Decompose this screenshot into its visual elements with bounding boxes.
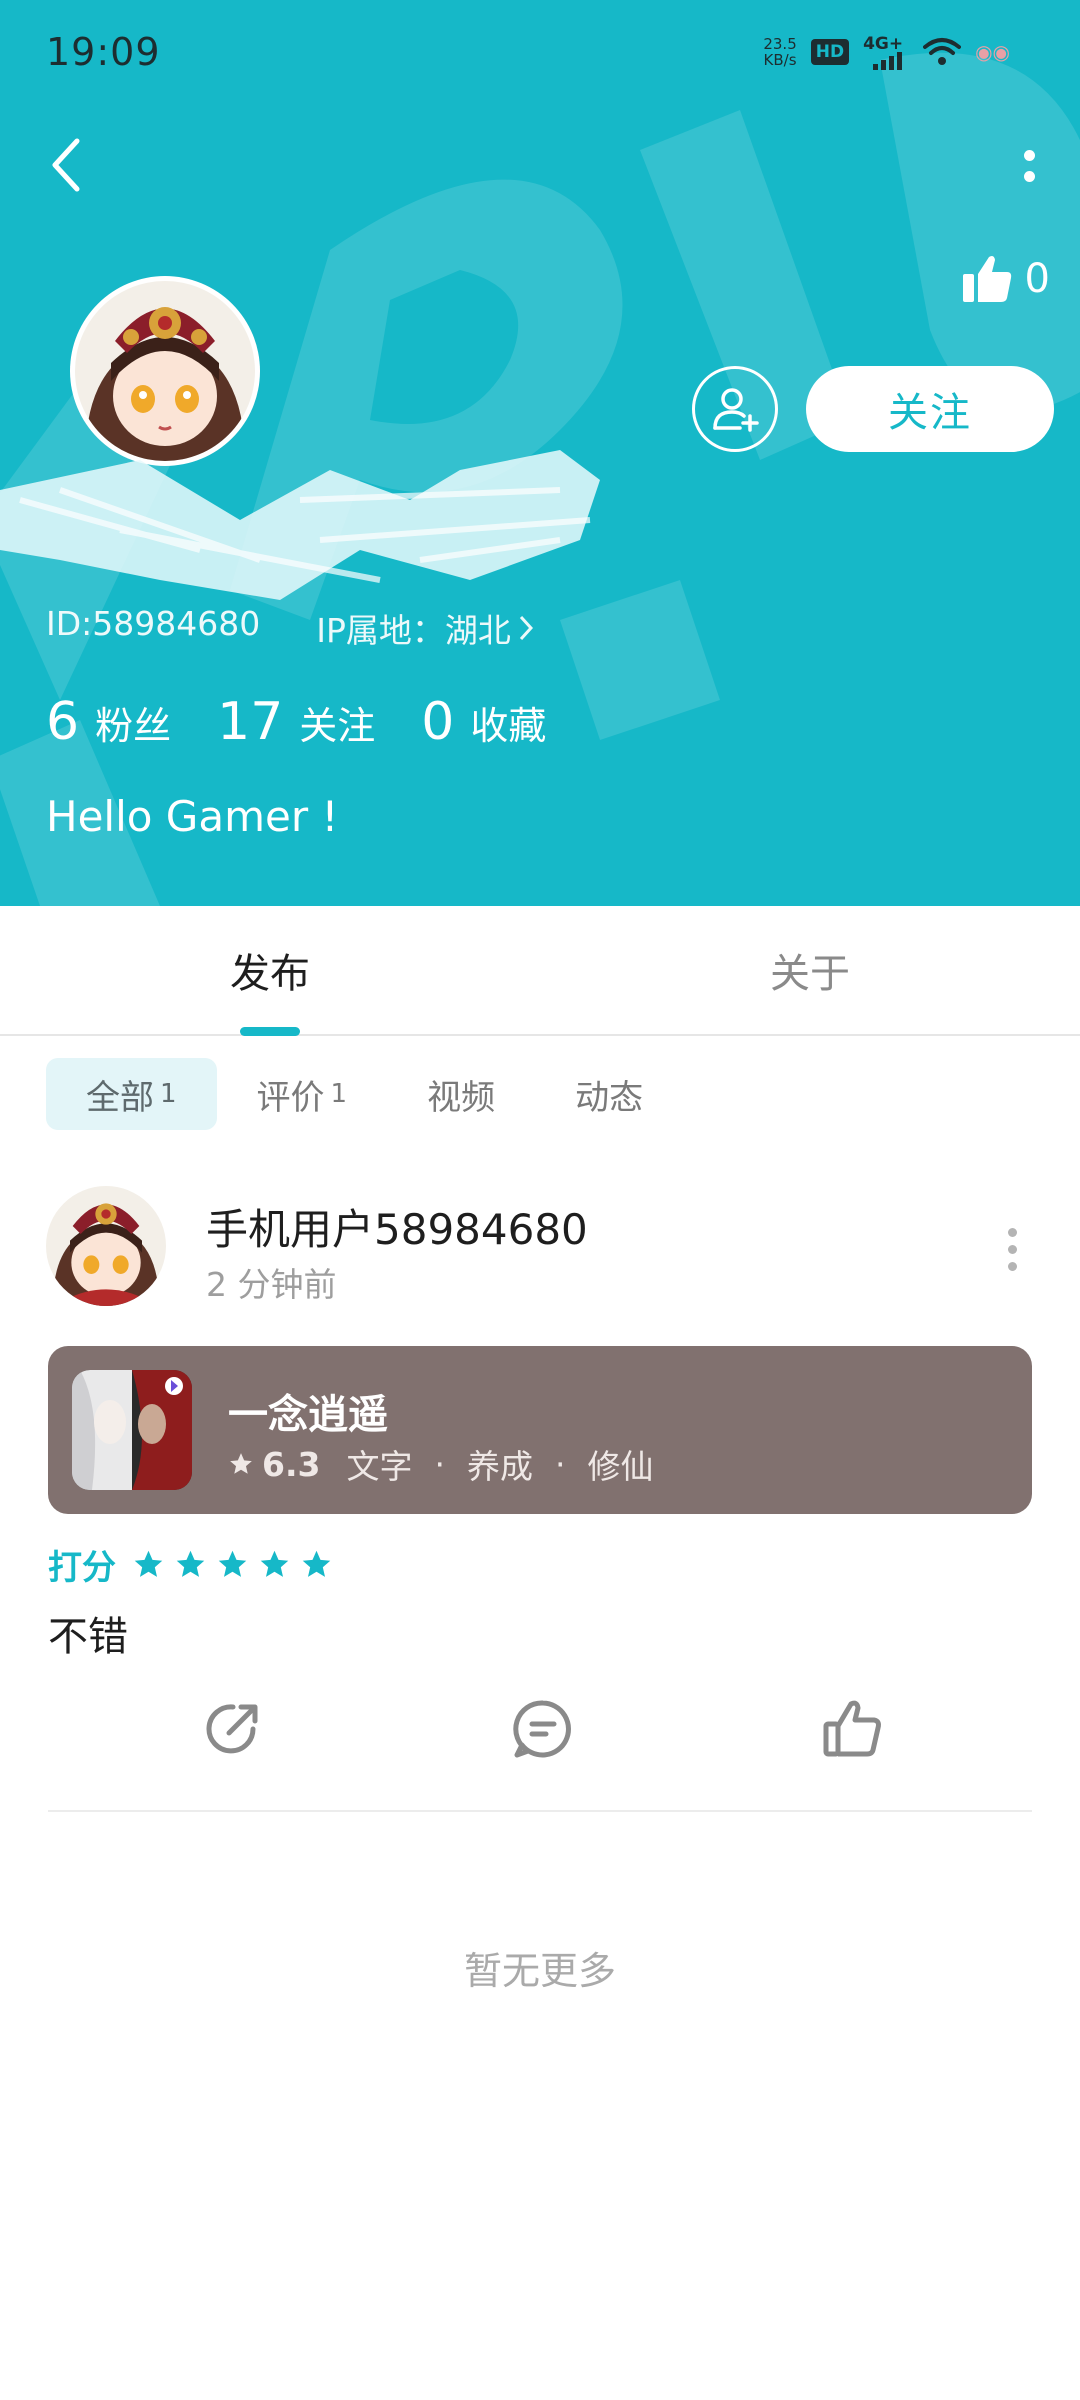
comment-button[interactable] — [508, 1694, 578, 1764]
status-time: 19:09 — [46, 30, 161, 74]
tab-posts[interactable]: 发布 — [0, 906, 540, 1034]
back-icon — [52, 138, 80, 192]
game-cover-image — [72, 1370, 192, 1490]
chevron-right-icon — [519, 615, 533, 641]
post-author-name[interactable]: 手机用户58984680 — [206, 1196, 588, 1257]
game-tag: 文字 — [346, 1447, 413, 1486]
add-friend-icon — [713, 388, 759, 432]
back-button[interactable] — [40, 130, 92, 200]
content-filter-row: 全部 1 评价 1 视频 动态 — [46, 1058, 683, 1130]
add-friend-button[interactable] — [692, 366, 778, 452]
stat-fans[interactable]: 6 粉丝 — [46, 692, 171, 752]
stat-favorites[interactable]: 0 收藏 — [421, 692, 546, 752]
filter-all-count: 1 — [160, 1079, 177, 1109]
star-icon — [134, 1550, 163, 1577]
battery-icon: ◉◉ — [975, 40, 1010, 64]
filter-all[interactable]: 全部 1 — [46, 1058, 217, 1130]
game-tag: 修仙 — [587, 1447, 654, 1486]
post-author-avatar[interactable] — [46, 1186, 166, 1306]
user-id: ID:58984680 — [46, 604, 261, 643]
stat-fans-count: 6 — [46, 692, 80, 752]
hd-badge: HD — [810, 39, 850, 65]
filter-moments-label: 动态 — [575, 1077, 644, 1118]
thumbs-up-icon — [962, 256, 1011, 302]
post-more-button[interactable] — [1002, 1228, 1022, 1278]
post-timestamp: 2 分钟前 — [206, 1265, 337, 1304]
stat-following[interactable]: 17 关注 — [217, 692, 375, 752]
ip-location: IP属地：湖北 — [316, 611, 511, 650]
star-icon — [218, 1550, 247, 1577]
like-button[interactable] — [818, 1694, 888, 1764]
filter-all-label: 全部 — [86, 1077, 154, 1118]
more-icon — [1007, 1228, 1017, 1237]
filter-videos-label: 视频 — [427, 1077, 496, 1118]
game-meta: 6.3 文字 · 养成 · 修仙 — [228, 1440, 653, 1488]
more-menu-button[interactable] — [1014, 136, 1044, 196]
filter-reviews-label: 评价 — [256, 1077, 325, 1118]
redacted-username — [0, 450, 600, 600]
profile-header: 19:09 23.5 KB/s HD 4G+ ◉◉ 0 关注 ID:589846… — [0, 0, 1080, 906]
star-icon — [230, 1453, 252, 1474]
profile-bio: Hello Gamer ! — [46, 792, 339, 841]
game-title: 一念逍遥 — [228, 1392, 388, 1438]
rating-label: 打分 — [48, 1548, 116, 1588]
follow-button[interactable]: 关注 — [806, 366, 1054, 452]
filter-moments[interactable]: 动态 — [535, 1058, 683, 1130]
rating-row: 打分 — [48, 1540, 333, 1589]
network-speed-unit: KB/s — [763, 51, 797, 69]
no-more-indicator: 暂无更多 — [463, 1949, 616, 1993]
signal-4g-icon: 4G+ — [863, 34, 909, 70]
stat-fans-label: 粉丝 — [95, 704, 172, 748]
comment-icon — [513, 1700, 571, 1758]
stat-favorites-count: 0 — [421, 692, 455, 752]
post-divider — [48, 1810, 1032, 1812]
game-score: 6.3 — [262, 1444, 321, 1484]
stat-following-count: 17 — [217, 692, 284, 752]
star-icon — [302, 1550, 331, 1577]
game-card[interactable]: 一念逍遥 6.3 文字 · 养成 · 修仙 — [48, 1346, 1032, 1514]
wifi-icon — [923, 38, 962, 65]
thumbs-up-icon — [823, 1700, 881, 1757]
tag-separator: · — [554, 1444, 566, 1484]
network-speed: 23.5 KB/s — [763, 36, 796, 68]
review-text: 不错 — [48, 1614, 128, 1660]
network-type: 4G+ — [863, 34, 904, 54]
filter-reviews-count: 1 — [330, 1079, 348, 1109]
ip-location-link[interactable]: IP属地：湖北 — [316, 604, 533, 652]
id-row: ID:58984680 IP属地：湖北 — [46, 604, 533, 652]
star-icon — [176, 1550, 205, 1577]
stats-row: 6 粉丝 17 关注 0 收藏 — [46, 692, 592, 752]
tab-about[interactable]: 关于 — [540, 906, 1080, 1034]
filter-videos[interactable]: 视频 — [387, 1058, 535, 1130]
star-icon — [260, 1550, 289, 1577]
more-icon — [1023, 150, 1035, 161]
share-icon — [206, 1704, 258, 1754]
profile-like-count: 0 — [1024, 256, 1050, 302]
status-icons: 23.5 KB/s HD 4G+ ◉◉ — [763, 34, 1010, 70]
rating-stars — [132, 1548, 333, 1581]
stat-favorites-label: 收藏 — [470, 704, 547, 748]
post-actions — [48, 1694, 1032, 1774]
active-tab-indicator — [240, 1027, 300, 1036]
share-button[interactable] — [198, 1694, 268, 1764]
game-tag: 养成 — [466, 1447, 533, 1486]
filter-reviews[interactable]: 评价 1 — [217, 1058, 388, 1130]
tag-separator: · — [434, 1444, 445, 1484]
profile-like-button[interactable]: 0 — [961, 254, 1050, 304]
network-speed-value: 23.5 — [763, 35, 797, 53]
stat-following-label: 关注 — [299, 704, 376, 748]
avatar-image — [46, 1186, 166, 1306]
profile-tabs: 发布 关于 — [0, 906, 1080, 1036]
game-icon — [72, 1370, 192, 1490]
